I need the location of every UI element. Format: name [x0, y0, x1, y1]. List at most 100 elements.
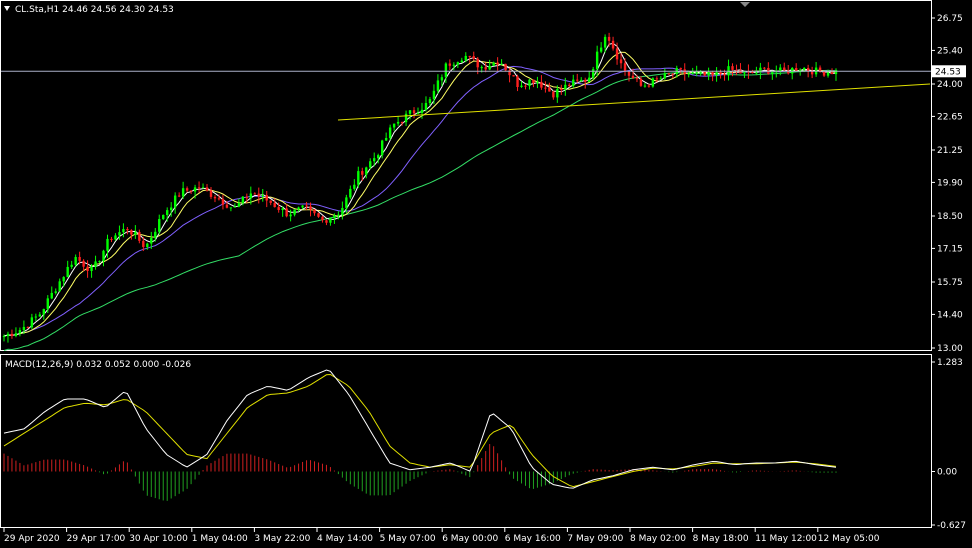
candle-body [377, 155, 380, 159]
candle-body [146, 243, 149, 247]
candle-body [536, 81, 539, 84]
candle-body [26, 326, 30, 328]
candle-body [488, 65, 491, 70]
candle-body [623, 63, 627, 72]
candle-body [34, 316, 38, 318]
candle-body [584, 79, 587, 82]
ma-slow-line [3, 65, 837, 337]
candle-body [205, 187, 209, 191]
candle-body [365, 167, 368, 175]
macd-tick-label: 0.00 [937, 467, 957, 477]
price-tick-label: 26.75 [937, 14, 963, 24]
candle-body [22, 326, 26, 331]
candle-body [197, 187, 201, 189]
candle-body [806, 67, 810, 71]
candle-body [14, 333, 18, 336]
candle-body [540, 81, 543, 88]
candle-body [313, 209, 316, 214]
candle-body [643, 85, 647, 87]
macd-signal-line [3, 373, 837, 488]
candle-body [687, 73, 690, 75]
candle-body [106, 238, 109, 251]
candle-body [118, 232, 121, 236]
macd-panel-frame [0, 354, 932, 528]
candle-body [189, 190, 193, 192]
candle-body [86, 266, 89, 271]
candle-body [253, 193, 256, 195]
support-trendline[interactable] [337, 83, 931, 121]
candle-body [826, 72, 830, 76]
candle-body [237, 203, 241, 207]
candle-body [269, 200, 272, 203]
candle-body [42, 309, 45, 315]
candle-body [751, 71, 754, 74]
candle-body [54, 291, 57, 293]
candle-body [408, 110, 412, 114]
time-tick-label: 12 May 05:00 [818, 534, 880, 544]
candle-body [158, 219, 161, 232]
candle-body [317, 213, 320, 217]
candle-body [58, 281, 61, 292]
candle-body [552, 91, 555, 98]
time-tick-label: 8 May 18:00 [693, 534, 749, 544]
candle-body [763, 67, 766, 69]
candle-body [548, 87, 551, 92]
candle-body [369, 161, 372, 168]
candle-body [305, 205, 308, 207]
candle-body [333, 215, 336, 219]
candle-body [496, 62, 499, 65]
candle-body [309, 206, 312, 210]
scroll-marker-icon[interactable] [740, 2, 750, 7]
candle-body [703, 71, 706, 76]
candle-body [783, 67, 786, 71]
candle-body [110, 238, 113, 240]
candle-body [695, 72, 698, 74]
candle-body [201, 187, 205, 189]
price-tick-label: 21.25 [937, 146, 963, 156]
candle-body [560, 88, 563, 90]
candle-body [173, 195, 177, 208]
chart-menu-triangle-icon[interactable] [4, 6, 10, 11]
candle-body [532, 79, 535, 84]
candle-body [94, 261, 97, 267]
candle-body [221, 198, 225, 205]
candle-body [699, 71, 702, 73]
candle-body [6, 333, 10, 337]
chart-canvas[interactable]: 26.75 25.40 24.00 22.65 21.25 19.90 18.50 17.15… [0, 0, 972, 548]
candle-body [412, 110, 416, 114]
time-tick-label: 1 May 04:00 [192, 534, 248, 544]
candle-body [349, 188, 352, 198]
candle-body [663, 73, 667, 79]
candle-body [599, 47, 603, 52]
time-tick-label: 3 May 22:00 [254, 534, 310, 544]
candle-body [185, 188, 189, 191]
candle-body [436, 80, 440, 91]
candle-body [603, 36, 607, 48]
candle-body [520, 85, 523, 88]
candle-body [166, 210, 169, 216]
price-tick-label: 22.65 [937, 112, 963, 122]
candle-body [420, 109, 424, 114]
candle-body [90, 266, 93, 271]
candle-body [126, 228, 129, 231]
price-tick-label: 15.75 [937, 278, 963, 288]
candle-body [611, 40, 615, 49]
candle-body [755, 72, 758, 74]
macd-tick-label: -0.627 [937, 521, 966, 531]
candle-body [177, 195, 181, 197]
candle-body [281, 208, 284, 211]
candle-body [213, 196, 217, 199]
candle-body [615, 48, 619, 60]
candle-body [659, 78, 663, 80]
candle-body [169, 207, 173, 211]
candle-body [691, 72, 694, 74]
trading-chart[interactable]: 26.75 25.40 24.00 22.65 21.25 19.90 18.50 17.15… [0, 0, 972, 548]
current-price-label: 24.53 [935, 67, 961, 77]
candle-body [735, 69, 738, 71]
candle-body [357, 171, 360, 185]
candle-body [516, 76, 519, 88]
candle-body [10, 333, 14, 336]
candle-body [122, 228, 125, 233]
candle-body [404, 113, 408, 123]
candle-body [78, 256, 81, 261]
